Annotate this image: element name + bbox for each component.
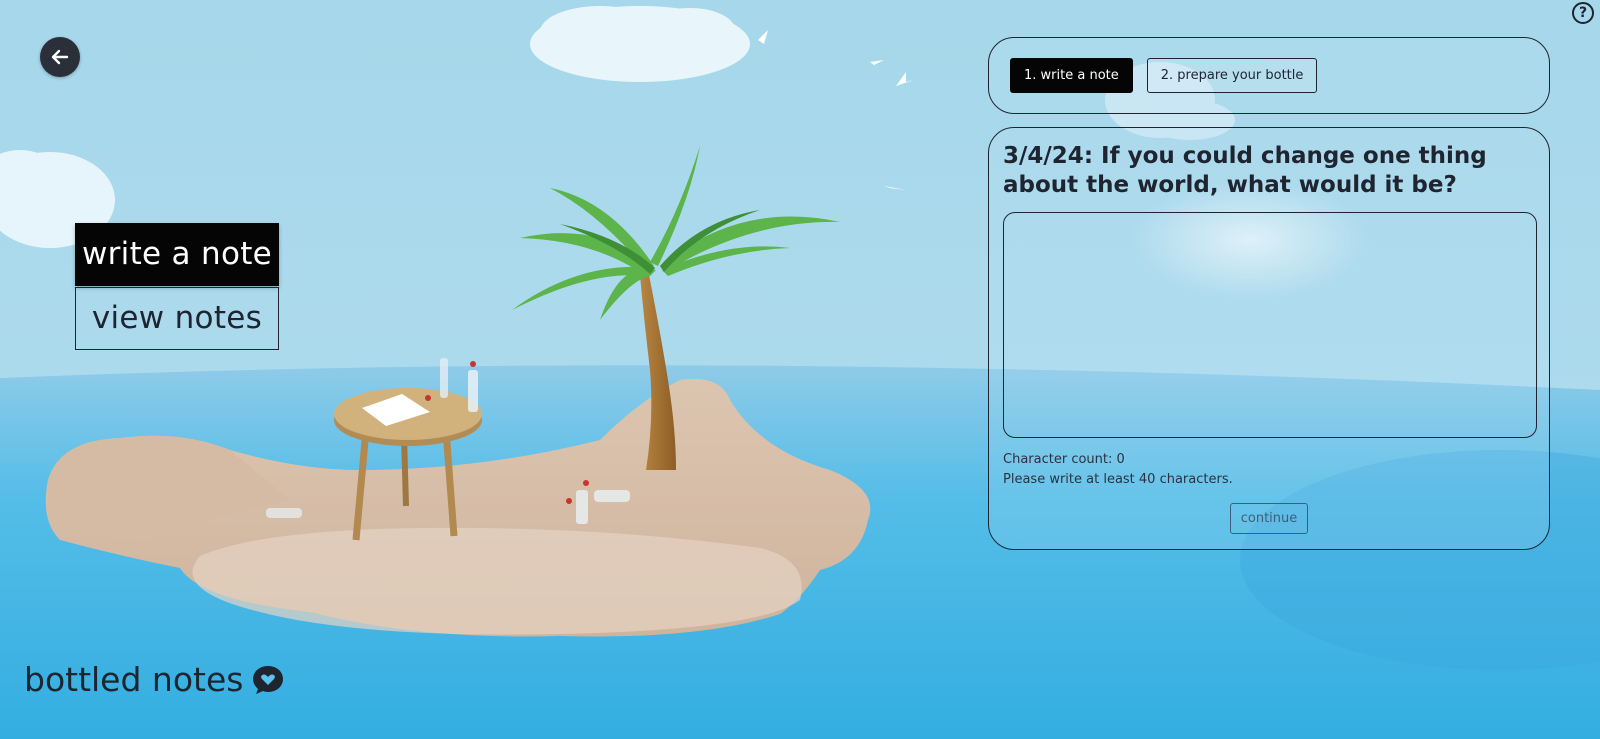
brand-logo: bottled notes: [24, 660, 285, 699]
brand-name: bottled notes: [24, 660, 244, 699]
help-button[interactable]: ?: [1572, 2, 1594, 24]
character-count: Character count: 0: [1003, 452, 1125, 467]
note-meta: Character count: 0 Please write at least…: [1003, 450, 1535, 490]
note-form: 3/4/24: If you could change one thing ab…: [988, 127, 1550, 550]
continue-row: continue: [1003, 503, 1535, 534]
write-note-button[interactable]: write a note: [75, 223, 279, 286]
chat-heart-icon: [253, 665, 284, 694]
main-menu: write a note view notes: [75, 223, 279, 350]
continue-button[interactable]: continue: [1229, 503, 1309, 534]
view-notes-button[interactable]: view notes: [75, 287, 279, 350]
back-button[interactable]: [40, 37, 80, 77]
length-hint: Please write at least 40 characters.: [1003, 472, 1233, 487]
step-tabs: 1. write a note 2. prepare your bottle: [988, 37, 1550, 114]
tab-write-a-note[interactable]: 1. write a note: [1010, 58, 1133, 93]
tab-prepare-your-bottle[interactable]: 2. prepare your bottle: [1146, 58, 1318, 93]
daily-prompt: 3/4/24: If you could change one thing ab…: [1003, 143, 1487, 198]
note-textarea[interactable]: [1003, 212, 1537, 438]
cloud: [530, 6, 750, 82]
arrow-left-icon: [51, 49, 69, 65]
